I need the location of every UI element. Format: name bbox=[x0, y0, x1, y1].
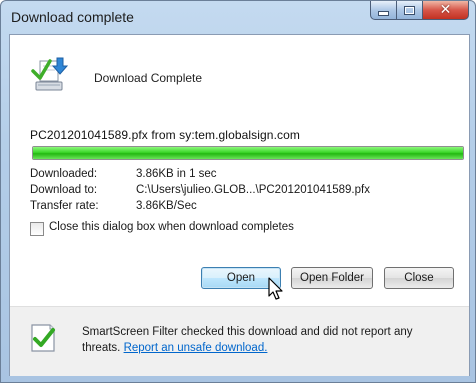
window-title: Download complete bbox=[11, 9, 134, 25]
smartscreen-footer: SmartScreen Filter checked this download… bbox=[10, 306, 469, 376]
close-button[interactable]: Close bbox=[384, 267, 454, 289]
report-unsafe-download-link[interactable]: Report an unsafe download. bbox=[124, 342, 268, 354]
download-to-value: C:\Users\julieo.GLOB...\PC201201041589.p… bbox=[136, 184, 370, 196]
smartscreen-shield-icon bbox=[31, 324, 55, 352]
header-row: Download Complete bbox=[30, 55, 450, 101]
smartscreen-message: SmartScreen Filter checked this download… bbox=[82, 324, 442, 356]
dialog-content: Download Complete PC201201041589.pfx fro… bbox=[9, 34, 470, 376]
transfer-rate-label: Transfer rate: bbox=[30, 200, 99, 212]
transfer-rate-value: 3.86KB/Sec bbox=[136, 200, 197, 212]
maximize-icon bbox=[404, 5, 415, 15]
mouse-pointer-icon bbox=[268, 277, 283, 300]
close-when-complete-checkbox[interactable] bbox=[30, 222, 44, 236]
close-window-button[interactable]: ✕ bbox=[423, 1, 469, 20]
minimize-icon bbox=[378, 10, 389, 16]
close-when-complete-label[interactable]: Close this dialog box when download comp… bbox=[49, 221, 294, 233]
download-progress-bar bbox=[32, 146, 464, 160]
close-icon: ✕ bbox=[439, 2, 452, 18]
maximize-button[interactable] bbox=[397, 1, 423, 20]
caption-buttons: ✕ bbox=[370, 1, 469, 21]
minimize-button[interactable] bbox=[370, 1, 397, 20]
downloaded-label: Downloaded: bbox=[30, 168, 98, 180]
title-bar[interactable]: Download complete ✕ bbox=[1, 1, 475, 33]
download-computer-icon bbox=[31, 57, 69, 91]
download-complete-heading: Download Complete bbox=[94, 71, 203, 85]
download-dialog-window: Download complete ✕ Download Complete PC… bbox=[0, 0, 476, 383]
filename-source: PC201201041589.pfx from sy:tem.globalsig… bbox=[30, 128, 300, 142]
open-folder-button[interactable]: Open Folder bbox=[291, 267, 373, 289]
downloaded-value: 3.86KB in 1 sec bbox=[136, 168, 217, 180]
download-to-label: Download to: bbox=[30, 184, 98, 196]
progress-fill bbox=[33, 147, 463, 159]
